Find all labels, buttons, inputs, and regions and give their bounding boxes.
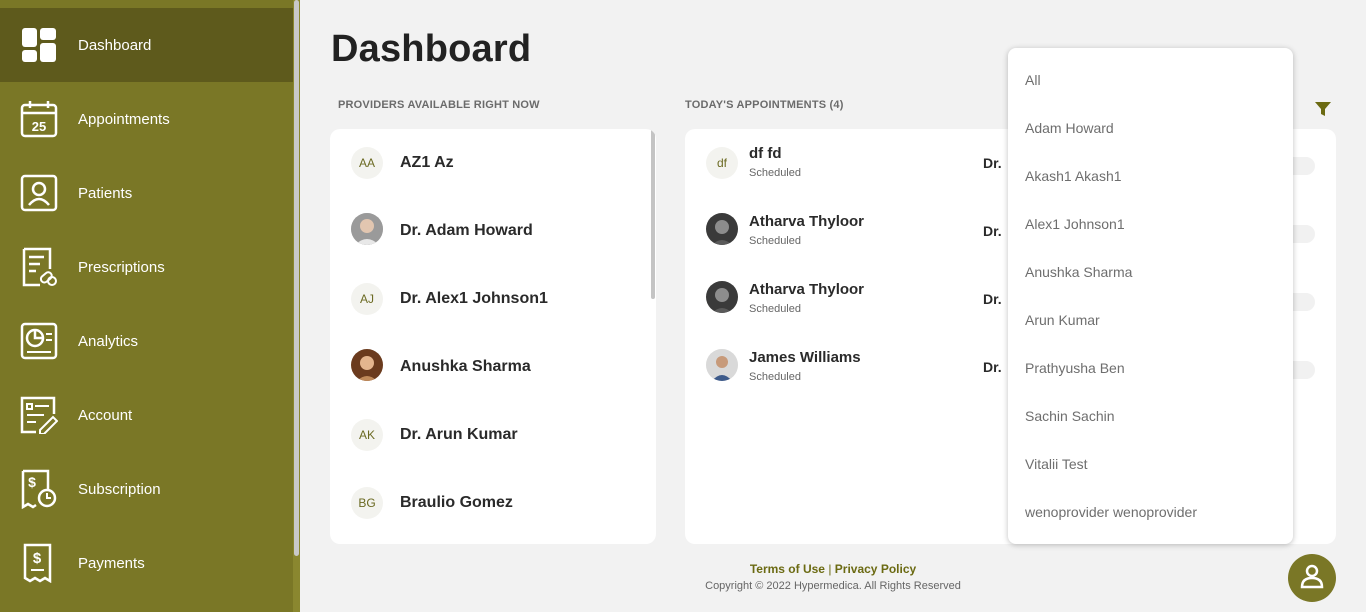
footer-separator: | (828, 562, 832, 576)
profile-button[interactable] (1288, 554, 1336, 602)
dropdown-option[interactable]: Vitalii Test (1025, 456, 1088, 472)
subscription-icon: $ (20, 469, 58, 509)
avatar (706, 281, 738, 313)
provider-row[interactable]: AJ Dr. Alex1 Johnson1 (330, 265, 650, 333)
dropdown-option[interactable]: Arun Kumar (1025, 312, 1100, 328)
appointment-patient-name: James Williams (749, 349, 861, 366)
sidebar-scrollbar-thumb[interactable] (294, 0, 299, 556)
provider-row[interactable]: AA AZ1 Az (330, 129, 650, 197)
dropdown-option[interactable]: Anushka Sharma (1025, 264, 1132, 280)
sidebar-item-label: Appointments (78, 110, 170, 128)
dropdown-option[interactable]: Prathyusha Ben (1025, 360, 1125, 376)
appointment-status: Scheduled (749, 167, 801, 179)
appointment-patient-name: Atharva Thyloor (749, 213, 865, 230)
dropdown-option[interactable]: wenoprovider wenoprovider (1025, 504, 1197, 520)
terms-link[interactable]: Terms of Use (750, 562, 825, 576)
provider-row[interactable]: BG Braulio Gomez (330, 469, 650, 537)
sidebar-item-label: Patients (78, 184, 133, 202)
sidebar-item-patients[interactable]: Patients (0, 156, 293, 230)
provider-name: Anushka Sharma (400, 358, 531, 375)
appointment-doctor: Dr. (983, 291, 1002, 307)
avatar (351, 349, 383, 381)
appointment-doctor: Dr. (983, 223, 1002, 239)
sidebar-item-prescriptions[interactable]: Prescriptions (0, 230, 293, 304)
avatar: df (706, 147, 738, 179)
dropdown-option[interactable]: Adam Howard (1025, 120, 1114, 136)
svg-text:$: $ (28, 474, 36, 490)
user-icon (1299, 563, 1325, 594)
sidebar-item-label: Subscription (78, 480, 161, 498)
provider-name: Dr. Adam Howard (400, 222, 533, 239)
footer-links: Terms of Use | Privacy Policy (0, 562, 1366, 576)
appointment-patient-name: Atharva Thyloor (749, 281, 865, 298)
dropdown-option[interactable]: Akash1 Akash1 (1025, 168, 1122, 184)
avatar (351, 213, 383, 245)
copyright: Copyright © 2022 Hypermedica. All Rights… (705, 580, 961, 592)
provider-filter-dropdown: All Adam Howard Akash1 Akash1 Alex1 John… (1008, 48, 1293, 544)
avatar: AK (351, 419, 383, 451)
sidebar: Dashboard 25 Appointments Patients Presc… (0, 0, 300, 612)
avatar (706, 349, 738, 381)
avatar: BG (351, 487, 383, 519)
account-icon (20, 395, 58, 435)
sidebar-scrollbar[interactable] (293, 0, 300, 612)
avatar: AA (351, 147, 383, 179)
provider-name: Dr. Alex1 Johnson1 (400, 290, 548, 307)
appointment-status: Scheduled (749, 303, 801, 315)
sidebar-item-appointments[interactable]: 25 Appointments (0, 82, 293, 156)
patient-icon (20, 173, 58, 213)
appointment-doctor: Dr. (983, 359, 1002, 375)
sidebar-item-subscription[interactable]: $ Subscription (0, 452, 293, 526)
appointments-heading: TODAY'S APPOINTMENTS (4) (685, 99, 844, 111)
sidebar-item-account[interactable]: Account (0, 378, 293, 452)
svg-text:25: 25 (32, 119, 46, 134)
sidebar-item-analytics[interactable]: Analytics (0, 304, 293, 378)
sidebar-item-dashboard[interactable]: Dashboard (0, 8, 293, 82)
dropdown-option[interactable]: Alex1 Johnson1 (1025, 216, 1125, 232)
sidebar-item-label: Dashboard (78, 36, 152, 54)
sidebar-item-label: Account (78, 406, 133, 424)
provider-row[interactable]: Anushka Sharma (330, 333, 650, 401)
provider-row[interactable]: Dr. Adam Howard (330, 197, 650, 265)
provider-name: AZ1 Az (400, 154, 454, 171)
filter-icon[interactable] (1314, 100, 1332, 118)
privacy-link[interactable]: Privacy Policy (835, 562, 916, 576)
appointment-patient-name: df fd (749, 145, 782, 162)
avatar (706, 213, 738, 245)
provider-row[interactable]: AK Dr. Arun Kumar (330, 401, 650, 469)
prescription-icon (20, 247, 58, 287)
providers-scrollbar-thumb[interactable] (651, 129, 655, 299)
analytics-icon (20, 321, 58, 361)
providers-scrollbar[interactable] (650, 129, 656, 544)
sidebar-item-label: Prescriptions (78, 258, 165, 276)
appointment-status: Scheduled (749, 371, 801, 383)
dashboard-icon (20, 25, 58, 65)
calendar-icon: 25 (20, 99, 58, 139)
appointment-status: Scheduled (749, 235, 801, 247)
avatar: AJ (351, 283, 383, 315)
sidebar-item-label: Analytics (78, 332, 139, 350)
provider-name: Braulio Gomez (400, 494, 513, 511)
provider-name: Dr. Arun Kumar (400, 426, 518, 443)
appointment-doctor: Dr. (983, 155, 1002, 171)
dropdown-option[interactable]: All (1025, 72, 1041, 88)
page-title: Dashboard (331, 28, 532, 70)
providers-heading: PROVIDERS AVAILABLE RIGHT NOW (338, 99, 540, 111)
providers-list: AA AZ1 Az Dr. Adam Howard AJ Dr. Alex1 J… (330, 129, 656, 544)
dropdown-option[interactable]: Sachin Sachin (1025, 408, 1115, 424)
